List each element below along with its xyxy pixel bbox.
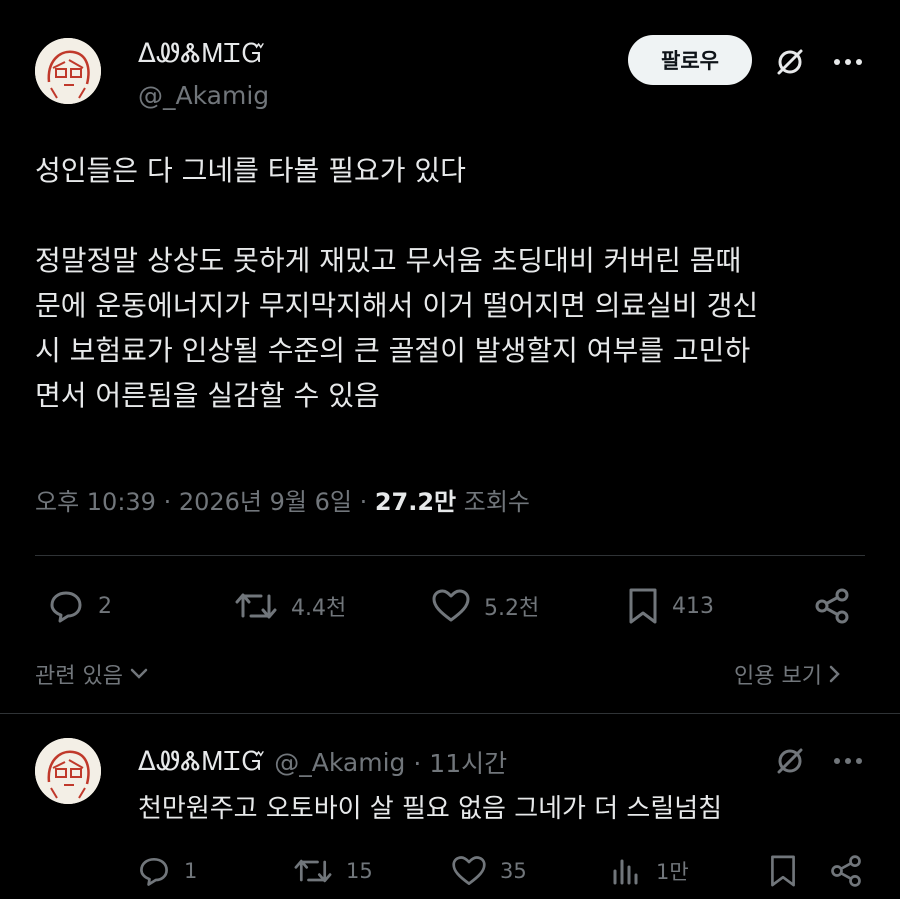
tweet-line: 정말정말 상상도 못하게 재밌고 무서움 초딩대비 커버린 몸때 — [35, 244, 742, 277]
share-icon[interactable] — [810, 586, 854, 626]
retweet-icon — [294, 859, 332, 883]
bookmark-icon — [629, 588, 657, 624]
reply-display-name[interactable]: ᐃᏪᏜᎷᏆᏳ — [138, 747, 266, 778]
retweet-count: 4.4천 — [291, 596, 347, 621]
author-avatar[interactable] — [35, 38, 101, 104]
more-horizontal-icon[interactable] — [828, 741, 868, 781]
slash-circle-icon[interactable] — [770, 42, 810, 82]
reply-reply-button[interactable]: 1 — [136, 853, 197, 889]
chevron-right-icon — [829, 665, 840, 683]
share-icon[interactable] — [826, 853, 866, 889]
view-label: 조회수 — [456, 488, 531, 516]
reply-count: 2 — [98, 593, 112, 619]
reply-icon — [140, 857, 168, 886]
reply-views-button[interactable]: 1만 — [608, 853, 689, 889]
reply-like-button[interactable]: 35 — [450, 853, 527, 889]
divider — [35, 555, 865, 556]
author-handle[interactable]: @_Akamig — [138, 81, 269, 110]
more-horizontal-icon[interactable] — [828, 42, 868, 82]
heart-icon — [452, 856, 486, 885]
tweet-line: 성인들은 다 그네를 타볼 필요가 있다 — [35, 154, 466, 187]
retweet-icon — [235, 593, 277, 619]
analytics-icon — [613, 859, 638, 885]
view-count: 27.2만 — [374, 488, 457, 516]
reply-author-avatar[interactable] — [35, 738, 101, 804]
reply-retweet-button[interactable]: 15 — [292, 853, 373, 889]
like-button[interactable]: 5.2천 — [430, 586, 539, 626]
reply-button[interactable]: 2 — [46, 586, 112, 626]
reply-icon — [50, 591, 82, 623]
author-display-name[interactable]: ᐃᏪᏜᎷᏆᏳ — [138, 39, 266, 70]
tweet-text: 성인들은 다 그네를 타볼 필요가 있다 정말정말 상상도 못하게 재밌고 무서… — [35, 148, 875, 418]
reply-view-count: 1만 — [656, 860, 689, 884]
reply-handle[interactable]: @_Akamig — [274, 748, 405, 777]
divider — [0, 713, 900, 714]
avatar-drawing-icon — [35, 738, 101, 804]
reply-retweet-count: 15 — [346, 859, 373, 883]
tweet-line: 시 보험료가 인상될 수준의 큰 골절이 발생할지 여부를 고민하 — [35, 334, 751, 367]
tweet-line-gap — [35, 193, 875, 238]
tweet-meta: 오후 10:39 · 2026년 9월 6일 · 27.2만 조회수 — [35, 482, 530, 517]
reply-text: 천만원주고 오토바이 살 필요 없음 그네가 더 스릴넘침 — [138, 794, 723, 824]
reply-like-count: 35 — [500, 859, 527, 883]
reply-reply-count: 1 — [184, 859, 198, 883]
bookmark-button[interactable]: 413 — [626, 586, 714, 626]
view-quotes-label: 인용 보기 — [734, 664, 822, 689]
bookmark-icon[interactable] — [765, 853, 801, 889]
tweet-line: 문에 운동에너지가 무지막지해서 이거 떨어지면 의료실비 갱신 — [35, 289, 759, 322]
chevron-down-icon — [130, 668, 148, 679]
reply-header: ᐃᏪᏜᎷᏆᏳ @_Akamig · 11시간 — [138, 744, 507, 780]
follow-button[interactable]: 팔로우 — [628, 35, 752, 85]
tweet-line: 면서 어른됨을 실감할 수 있음 — [35, 379, 380, 412]
slash-circle-icon[interactable] — [770, 741, 810, 781]
view-quotes-link[interactable]: 인용 보기 — [734, 658, 842, 690]
retweet-button[interactable]: 4.4천 — [233, 586, 346, 626]
like-count: 5.2천 — [484, 596, 540, 621]
heart-icon — [432, 589, 470, 622]
avatar-drawing-icon — [35, 38, 101, 104]
related-link[interactable]: 관련 있음 — [35, 658, 149, 690]
bookmark-count: 413 — [672, 593, 714, 619]
related-label: 관련 있음 — [35, 664, 123, 689]
reply-time[interactable]: · 11시간 — [413, 744, 507, 780]
tweet-timestamp[interactable]: 오후 10:39 · 2026년 9월 6일 · — [35, 488, 375, 516]
